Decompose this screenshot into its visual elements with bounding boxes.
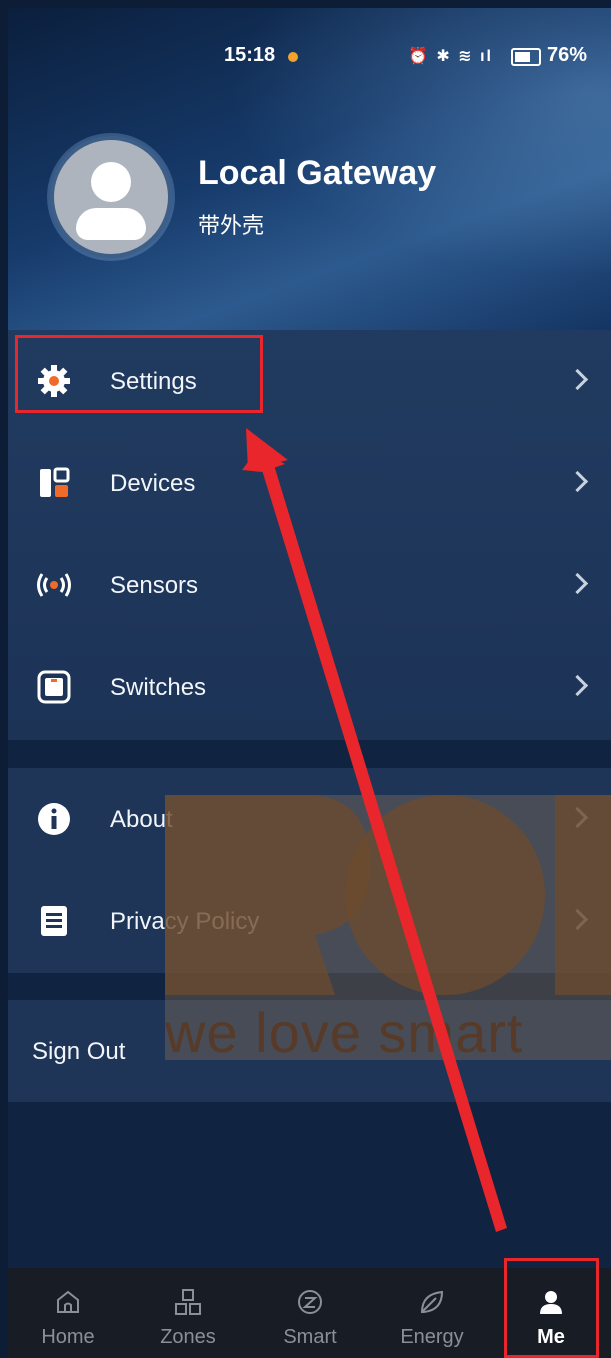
profile-header: 15:18 ⏰ ✱ ≋ ıl 76% Local Gateway 带外壳 xyxy=(8,8,611,330)
tab-zones[interactable]: Zones xyxy=(128,1268,248,1358)
menu-label-devices: Devices xyxy=(110,470,196,497)
avatar-head xyxy=(91,162,131,202)
settings-highlight-box xyxy=(15,335,263,413)
tab-home[interactable]: Home xyxy=(8,1268,128,1358)
tab-label-smart: Smart xyxy=(283,1326,337,1348)
menu-label-about: About xyxy=(110,806,173,833)
devices-icon xyxy=(40,467,70,497)
zones-icon xyxy=(175,1289,201,1315)
avatar-body xyxy=(76,208,146,240)
chevron-right-icon xyxy=(566,908,589,931)
sign-out-button[interactable]: Sign Out xyxy=(8,1000,611,1102)
chevron-right-icon xyxy=(566,368,589,391)
menu-label-sensors: Sensors xyxy=(110,572,199,599)
document-icon xyxy=(41,906,67,936)
menu-item-switches[interactable]: Switches xyxy=(8,636,611,738)
switch-icon xyxy=(37,670,71,704)
menu-group-info: About Privacy Policy xyxy=(8,768,611,973)
tab-smart[interactable]: Smart xyxy=(250,1268,370,1358)
smart-icon xyxy=(298,1290,322,1314)
chevron-right-icon xyxy=(566,470,589,493)
tab-label-home: Home xyxy=(41,1326,95,1348)
chevron-right-icon xyxy=(566,572,589,595)
status-icons: ⏰ ✱ ≋ ıl xyxy=(408,48,493,65)
status-time: 15:18 xyxy=(224,44,276,66)
menu-group-account: Sign Out xyxy=(8,1000,611,1102)
profile-subtitle: 带外壳 xyxy=(198,213,265,238)
chevron-right-icon xyxy=(566,806,589,829)
sensor-icon xyxy=(37,573,71,597)
menu-label-privacy-policy: Privacy Policy xyxy=(110,908,260,935)
battery-icon xyxy=(511,48,541,66)
sign-out-label: Sign Out xyxy=(32,1038,126,1065)
chevron-right-icon xyxy=(566,674,589,697)
avatar[interactable] xyxy=(50,136,172,258)
status-bar: 15:18 ⏰ ✱ ≋ ıl 76% xyxy=(8,44,611,74)
profile-name: Local Gateway xyxy=(198,154,437,192)
tab-label-energy: Energy xyxy=(400,1326,464,1348)
app-screen: 15:18 ⏰ ✱ ≋ ıl 76% Local Gateway 带外壳 Set… xyxy=(8,8,611,1358)
menu-item-sensors[interactable]: Sensors xyxy=(8,534,611,636)
notification-dot-icon xyxy=(288,52,298,62)
home-icon xyxy=(57,1290,79,1313)
menu-item-about[interactable]: About xyxy=(8,768,611,870)
tab-label-zones: Zones xyxy=(160,1326,216,1348)
battery-percentage: 76% xyxy=(547,44,588,66)
menu-item-devices[interactable]: Devices xyxy=(8,432,611,534)
leaf-icon xyxy=(420,1290,444,1313)
menu-label-switches: Switches xyxy=(110,674,207,701)
menu-item-privacy-policy[interactable]: Privacy Policy xyxy=(8,870,611,972)
tab-energy[interactable]: Energy xyxy=(372,1268,492,1358)
me-tab-highlight-box xyxy=(504,1258,599,1358)
info-icon xyxy=(38,803,70,835)
